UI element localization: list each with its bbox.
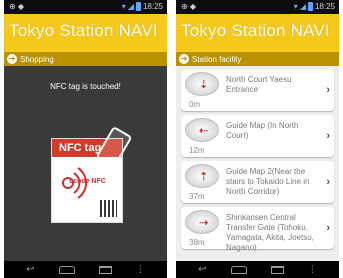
app-bar: Tokyo Station NAVI bbox=[4, 14, 167, 52]
nfc-brand-logo: ucode NFC bbox=[69, 178, 106, 185]
breadcrumb-label: Station facility bbox=[192, 54, 242, 64]
status-bar: ⊕ ◆ ▾ ◢ 18:25 bbox=[176, 0, 339, 14]
item-name: Guide Map 2(Near the stairs to Tokaido L… bbox=[226, 167, 310, 196]
item-name: North Court Yaesu Entrance bbox=[226, 75, 292, 94]
list-item[interactable]: ⇡ 37m Guide Map 2(Near the stairs to Tok… bbox=[181, 161, 334, 203]
home-icon[interactable] bbox=[230, 265, 247, 274]
notification-icons: ⊕ ◆ bbox=[181, 2, 197, 11]
nfc-message: NFC tag is touched! bbox=[50, 82, 121, 91]
list-item[interactable]: ⇠ 12m Guide Map (In North Court) › bbox=[181, 115, 334, 157]
arrow-right-circle-icon: ➜ bbox=[7, 54, 17, 64]
system-nav-bar: ↩ ⋮ bbox=[176, 261, 339, 278]
phone-screen-shopping: ⊕ ◆ ▾ ◢ 18:25 Tokyo Station NAVI ➜ Shopp… bbox=[4, 0, 167, 278]
app-title: Tokyo Station NAVI bbox=[181, 21, 330, 40]
item-distance: 0m bbox=[189, 100, 201, 109]
phone-screen-facility: ⊕ ◆ ▾ ◢ 18:25 Tokyo Station NAVI ➜ Stati… bbox=[176, 0, 339, 278]
wifi-icon: ▾ bbox=[293, 2, 298, 11]
chevron-right-icon: › bbox=[326, 130, 330, 142]
arrow-right-circle-icon: ➜ bbox=[179, 54, 189, 64]
facility-list: ⇣ 0m North Court Yaesu Entrance › ⇠ 12m … bbox=[181, 69, 334, 253]
status-time: 18:25 bbox=[142, 2, 163, 11]
item-distance: 37m bbox=[189, 192, 205, 201]
compass-icon: ⇣ bbox=[185, 72, 219, 96]
item-distance: 12m bbox=[189, 146, 205, 155]
notification-icons: ⊕ ◆ bbox=[9, 2, 25, 11]
signal-icon: ◢ bbox=[299, 2, 306, 11]
status-bar: ⊕ ◆ ▾ ◢ 18:25 bbox=[4, 0, 167, 14]
recent-apps-icon[interactable] bbox=[98, 265, 112, 274]
home-icon[interactable] bbox=[58, 265, 75, 274]
item-distance: 38m bbox=[189, 238, 205, 247]
wifi-icon: ▾ bbox=[121, 2, 126, 11]
back-icon[interactable]: ↩ bbox=[26, 264, 34, 275]
menu-icon[interactable]: ⋮ bbox=[136, 264, 145, 275]
status-time: 18:25 bbox=[314, 2, 335, 11]
chevron-right-icon: › bbox=[326, 176, 330, 188]
nfc-content: NFC tag is touched! NFC tag ucode NFC bbox=[4, 66, 167, 261]
breadcrumb[interactable]: ➜ Station facility bbox=[176, 52, 339, 66]
app-bar: Tokyo Station NAVI bbox=[176, 14, 339, 52]
recent-apps-icon[interactable] bbox=[270, 265, 284, 274]
compass-icon: ⇢ bbox=[185, 210, 219, 234]
battery-icon bbox=[307, 2, 313, 11]
qr-code-icon bbox=[100, 200, 117, 217]
facility-list-content: ⇣ 0m North Court Yaesu Entrance › ⇠ 12m … bbox=[176, 66, 339, 261]
compass-icon: ⇡ bbox=[185, 164, 219, 188]
system-nav-bar: ↩ ⋮ bbox=[4, 261, 167, 278]
chevron-right-icon: › bbox=[326, 84, 330, 96]
signal-icon: ◢ bbox=[127, 2, 134, 11]
item-name: Shinkansen Central Transfer Gate (Tohoku… bbox=[226, 213, 314, 252]
breadcrumb-label: Shopping bbox=[20, 54, 54, 64]
nfc-illustration: NFC tag ucode NFC bbox=[51, 125, 143, 226]
list-item[interactable]: ⇢ 38m Shinkansen Central Transfer Gate (… bbox=[181, 207, 334, 252]
breadcrumb[interactable]: ➜ Shopping bbox=[4, 52, 167, 66]
list-item[interactable]: ⇣ 0m North Court Yaesu Entrance › bbox=[181, 69, 334, 111]
app-title: Tokyo Station NAVI bbox=[9, 21, 158, 40]
item-name: Guide Map (In North Court) bbox=[226, 121, 299, 140]
battery-icon bbox=[135, 2, 141, 11]
compass-icon: ⇠ bbox=[185, 118, 219, 142]
chevron-right-icon: › bbox=[326, 222, 330, 234]
back-icon[interactable]: ↩ bbox=[198, 264, 206, 275]
menu-icon[interactable]: ⋮ bbox=[308, 264, 317, 275]
